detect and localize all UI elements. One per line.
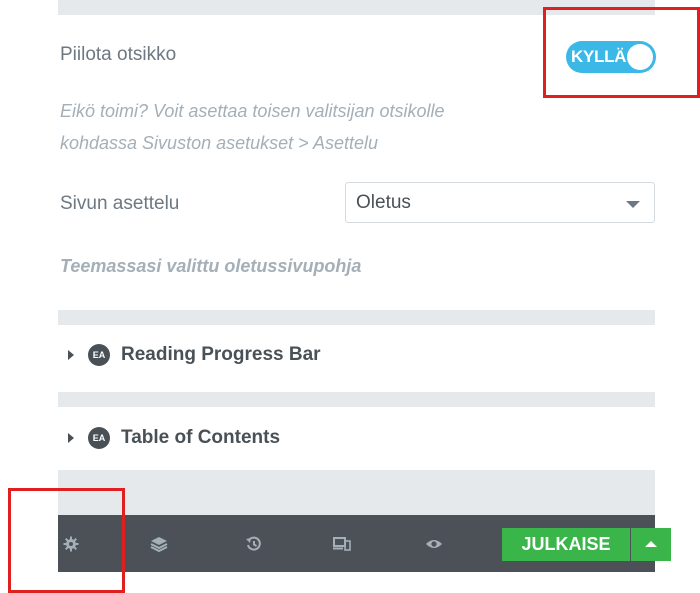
preview-eye-icon[interactable] xyxy=(404,515,464,572)
ea-badge-icon: EA xyxy=(88,427,110,449)
help-text-line-1: Eikö toimi? Voit asettaa toisen valitsij… xyxy=(60,101,445,121)
ea-badge-icon: EA xyxy=(88,344,110,366)
editor-footer-bar: JULKAISE xyxy=(58,515,671,572)
publish-options-button[interactable] xyxy=(631,528,671,561)
caret-right-icon xyxy=(68,350,74,360)
settings-icon[interactable] xyxy=(41,515,101,572)
section-divider xyxy=(58,310,655,325)
toggle-state-text: KYLLÄ xyxy=(571,47,627,66)
page-layout-select[interactable]: Oletus xyxy=(345,182,655,223)
section-divider xyxy=(58,392,655,407)
page-layout-value: Oletus xyxy=(356,192,411,213)
help-text-line-2: kohdassa Sivuston asetukset > Asettelu xyxy=(60,133,379,153)
toggle-knob xyxy=(627,44,653,70)
history-icon[interactable] xyxy=(224,515,284,572)
section-reading-progress-bar[interactable]: EA Reading Progress Bar xyxy=(58,325,655,385)
section-title: Reading Progress Bar xyxy=(121,344,321,365)
panel-empty-area xyxy=(58,470,655,515)
layers-icon[interactable] xyxy=(129,515,189,572)
section-table-of-contents[interactable]: EA Table of Contents xyxy=(58,408,655,468)
publish-button[interactable]: JULKAISE xyxy=(502,528,630,561)
chevron-up-icon xyxy=(645,541,657,547)
theme-default-note: Teemassasi valittu oletussivupohja xyxy=(60,256,362,276)
caret-right-icon xyxy=(68,433,74,443)
section-title: Table of Contents xyxy=(121,427,281,448)
hide-title-label: Piilota otsikko xyxy=(60,44,177,65)
page-layout-label: Sivun asettelu xyxy=(60,193,180,214)
responsive-icon[interactable] xyxy=(312,515,372,572)
chevron-down-icon xyxy=(626,201,640,208)
hide-title-help-text: Eikö toimi? Voit asettaa toisen valitsij… xyxy=(60,95,620,159)
hide-title-toggle[interactable]: KYLLÄ xyxy=(566,41,656,73)
panel-top-divider xyxy=(58,0,655,15)
